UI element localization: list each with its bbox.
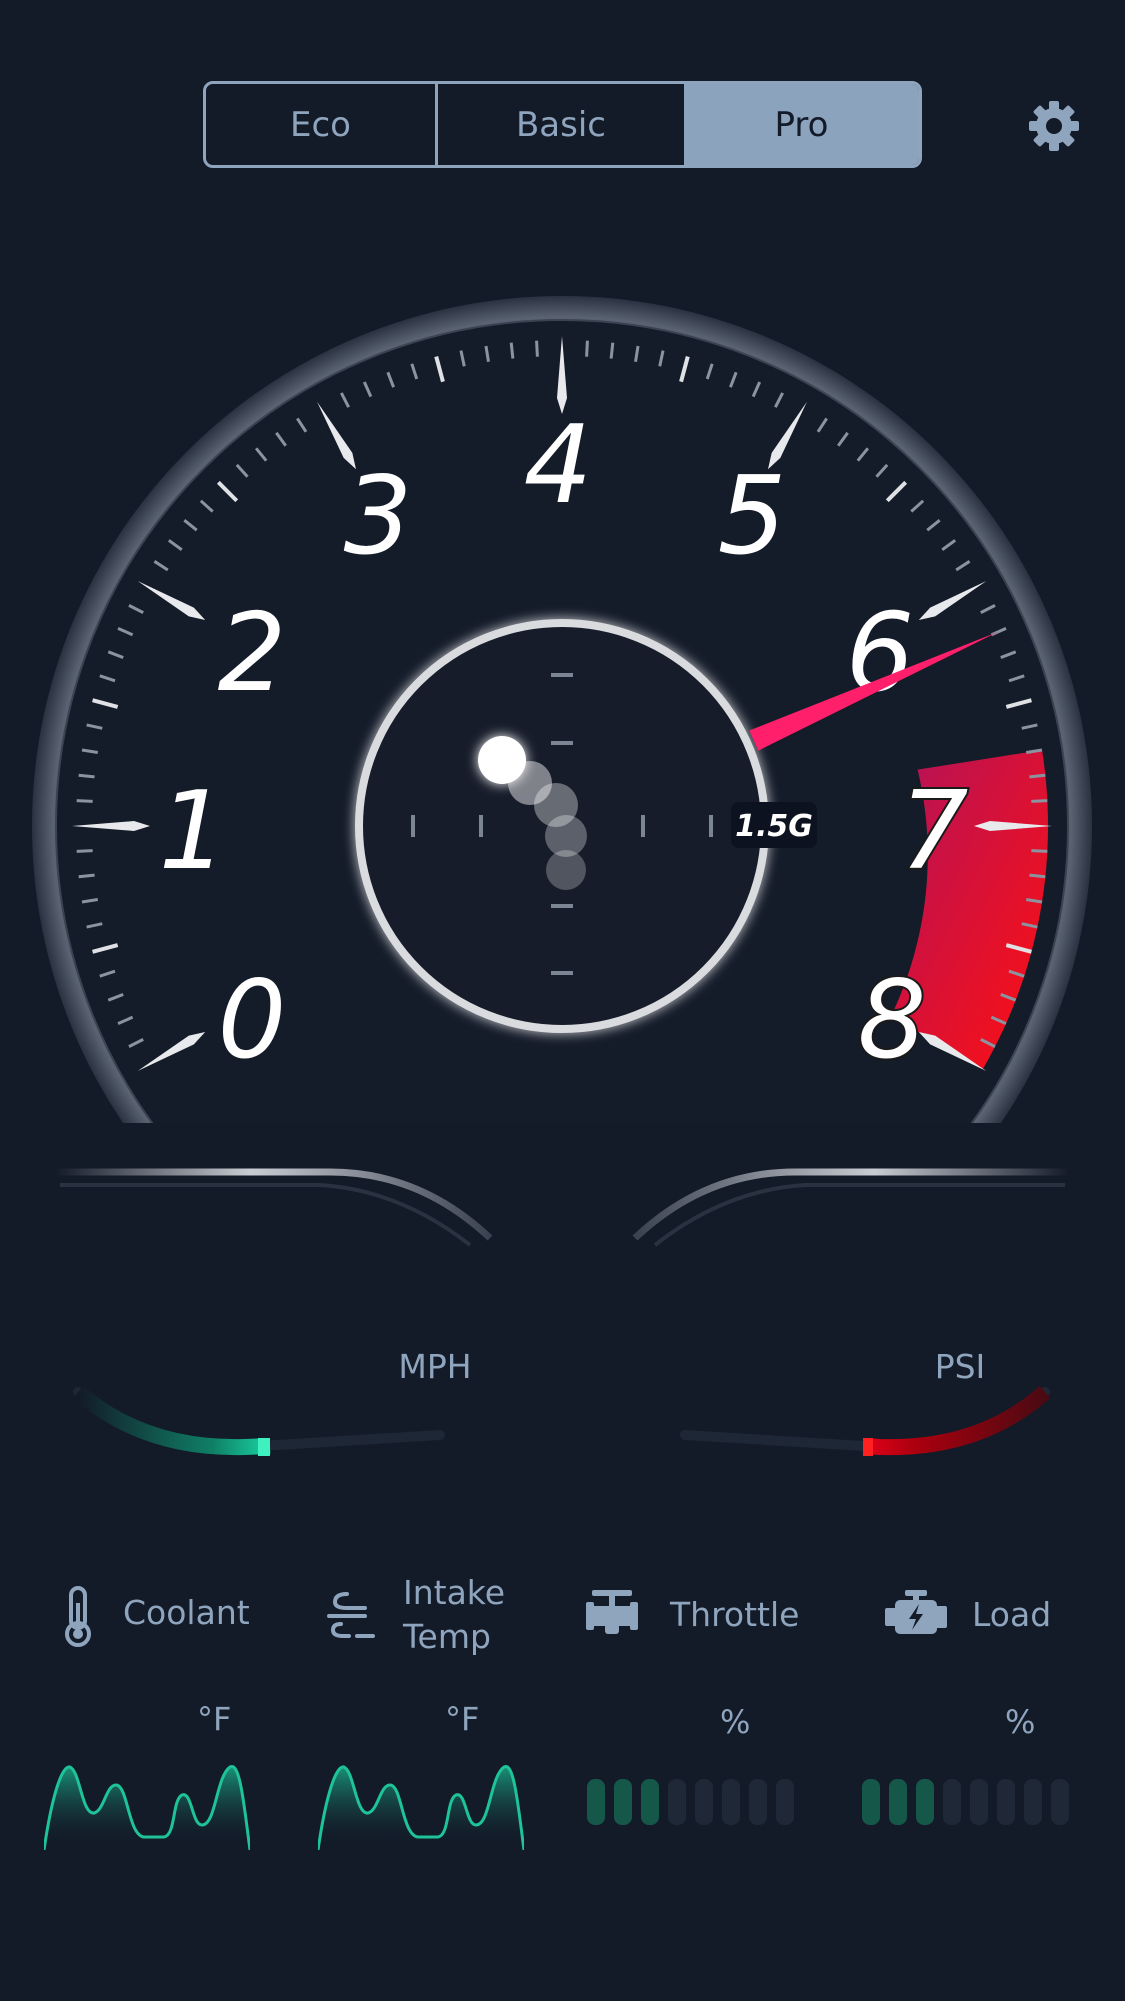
intake-temp-label: Intake Temp — [403, 1571, 505, 1659]
minor-tick — [509, 342, 515, 359]
level-segment — [668, 1779, 686, 1825]
rpm-label-0: 0 — [218, 958, 287, 1083]
rpm-label-3: 3 — [344, 454, 413, 579]
intake-label-line2: Temp — [403, 1617, 491, 1656]
coolant-sparkline — [44, 1765, 250, 1850]
rpm-label-1: 1 — [159, 769, 228, 894]
minor-tick — [1031, 799, 1048, 803]
wind-icon — [325, 1590, 381, 1644]
level-segment — [970, 1779, 988, 1825]
thermometer-icon — [58, 1585, 98, 1651]
level-segment — [614, 1779, 632, 1825]
g-readout: 1.5G — [735, 809, 813, 844]
intake-temp-unit: °F — [445, 1700, 480, 1738]
coolant-unit: °F — [197, 1700, 232, 1738]
rpm-label-8: 8 — [858, 958, 927, 1083]
level-segment — [916, 1779, 934, 1825]
level-segment — [776, 1779, 794, 1825]
level-segment — [1051, 1779, 1069, 1825]
minor-tick — [585, 340, 589, 357]
throttle-label: Throttle — [670, 1595, 800, 1634]
level-segment — [722, 1779, 740, 1825]
boost-unit-label: PSI — [935, 1347, 986, 1386]
minor-tick — [609, 342, 615, 359]
g-dot — [478, 736, 526, 784]
engine-icon — [883, 1588, 949, 1642]
rpm-label-4: 4 — [524, 403, 593, 528]
level-segment — [943, 1779, 961, 1825]
minor-tick — [76, 799, 93, 803]
tachometer: 0 1 2 3 4 5 6 7 8 1.5G MPH PSI — [32, 296, 1092, 1456]
throttle-level-bars — [587, 1779, 794, 1825]
throttle-unit: % — [720, 1703, 751, 1741]
load-unit: % — [1005, 1703, 1036, 1741]
throttle-valve-icon — [586, 1588, 638, 1642]
minor-tick — [1029, 773, 1046, 779]
level-segment — [749, 1779, 767, 1825]
coolant-label: Coolant — [123, 1593, 250, 1632]
minor-tick — [76, 849, 93, 853]
level-segment — [695, 1779, 713, 1825]
level-segment — [997, 1779, 1015, 1825]
level-segment — [862, 1779, 880, 1825]
intake-temp-sparkline — [318, 1765, 524, 1850]
speed-unit-label: MPH — [398, 1347, 471, 1386]
speed-gauge: MPH — [72, 1347, 472, 1456]
minor-tick — [78, 773, 95, 779]
rpm-label-7: 7 — [900, 769, 969, 894]
level-segment — [1024, 1779, 1042, 1825]
rpm-label-5: 5 — [718, 454, 787, 579]
level-segment — [587, 1779, 605, 1825]
intake-label-line1: Intake — [403, 1573, 506, 1612]
gauge-trim — [55, 1168, 1070, 1247]
level-segment — [889, 1779, 907, 1825]
minor-tick — [78, 873, 95, 879]
load-label: Load — [972, 1595, 1052, 1634]
rpm-label-2: 2 — [218, 591, 287, 716]
level-segment — [641, 1779, 659, 1825]
load-level-bars — [862, 1779, 1069, 1825]
minor-tick — [535, 340, 539, 357]
minor-tick — [1029, 873, 1046, 879]
minor-tick — [1031, 849, 1048, 853]
boost-gauge: PSI — [680, 1347, 1051, 1456]
